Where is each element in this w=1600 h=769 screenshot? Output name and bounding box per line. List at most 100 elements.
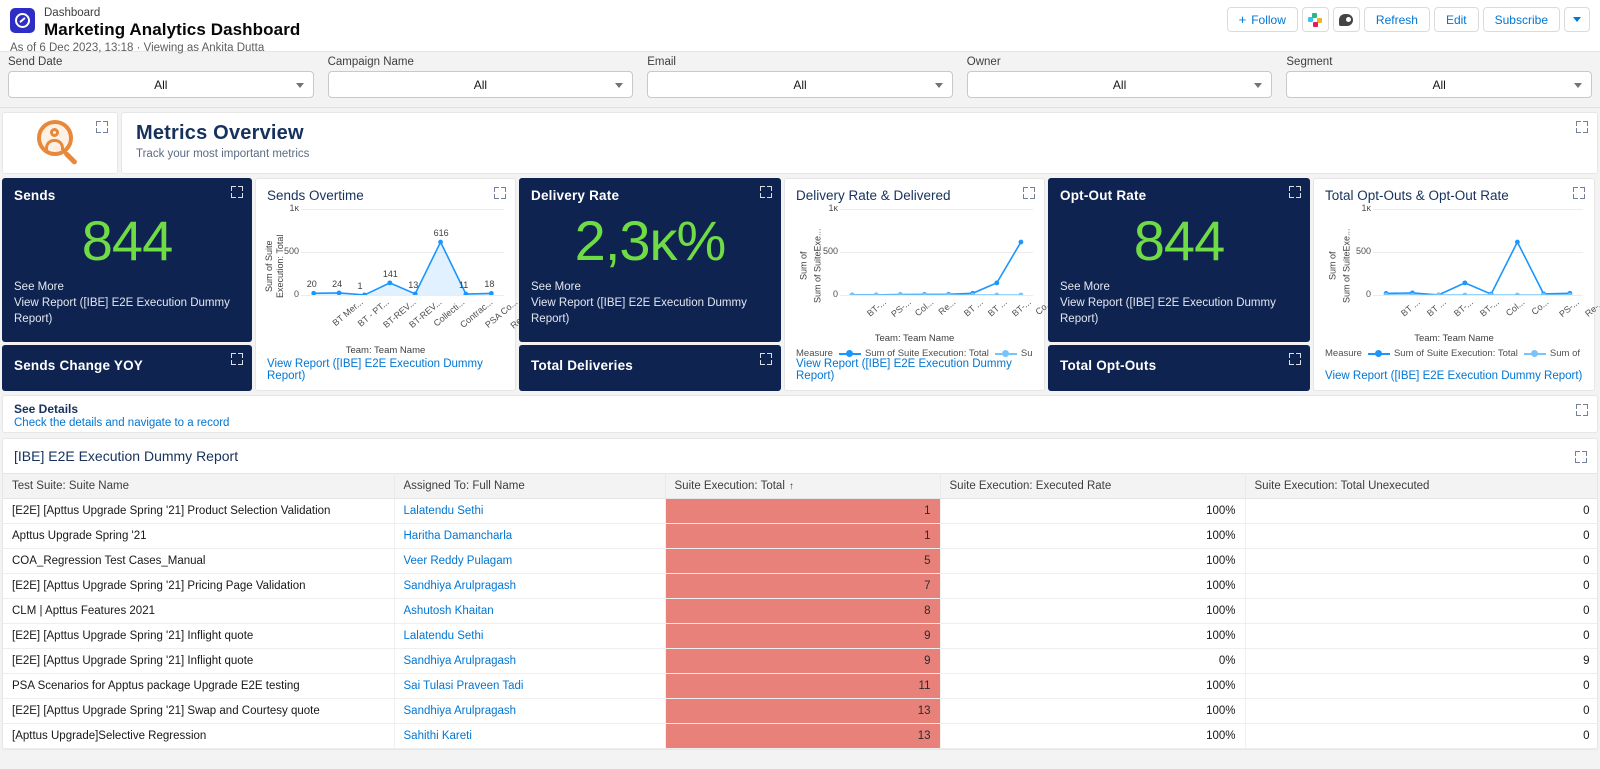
view-report-link[interactable]: View Report ([IBE] E2E Execution Dummy R… [14, 295, 240, 327]
cell-executed-rate: 100% [940, 623, 1246, 649]
view-report-link[interactable]: View Report ([IBE] E2E Execution Dummy R… [1325, 370, 1582, 382]
see-more-link[interactable]: See More [14, 279, 240, 295]
slack-button[interactable] [1301, 7, 1329, 32]
assignee-link[interactable]: Sandhiya Arulpragash [404, 580, 517, 592]
chart-y-tick: 1ĸ [289, 203, 299, 213]
more-actions-button[interactable] [1564, 7, 1590, 32]
chevron-down-icon [1573, 17, 1581, 22]
card-title: Sends Overtime [267, 188, 364, 203]
table-row[interactable]: [E2E] [Apttus Upgrade Spring '21] Swap a… [3, 698, 1597, 724]
column-header[interactable]: Test Suite: Suite Name [3, 473, 395, 499]
filter-segment-select[interactable]: All [1286, 71, 1592, 98]
kpi-value-delivery-rate: 2,3ĸ% [574, 209, 727, 272]
expand-icon[interactable] [231, 353, 243, 365]
view-report-link[interactable]: View Report ([IBE] E2E Execution Dummy R… [267, 358, 515, 382]
column-header[interactable]: Suite Execution: Executed Rate [940, 473, 1246, 499]
cell-assigned-to[interactable]: Lalatendu Sethi [394, 623, 666, 649]
table-row[interactable]: COA_Regression Test Cases_Manual Veer Red… [3, 548, 1597, 574]
cell-assigned-to[interactable]: Sandhiya Arulpragash [394, 698, 666, 724]
filter-email-select[interactable]: All [647, 71, 953, 98]
expand-icon[interactable] [760, 186, 772, 198]
refresh-button[interactable]: Refresh [1363, 7, 1430, 32]
cell-total: 9 [665, 648, 941, 674]
filter-value: All [154, 77, 168, 92]
header-actions: + Follow Refresh Edit Subscribe [1223, 7, 1590, 32]
assignee-link[interactable]: Veer Reddy Pulagam [404, 555, 513, 567]
expand-icon[interactable] [1573, 187, 1585, 199]
cell-assigned-to[interactable]: Sandhiya Arulpragash [394, 648, 666, 674]
cell-executed-rate: 100% [940, 723, 1246, 749]
expand-icon[interactable] [760, 353, 772, 365]
cell-total-unexecuted: 0 [1245, 598, 1597, 624]
column-header[interactable]: Suite Execution: Total Unexecuted [1245, 473, 1597, 499]
assignee-link[interactable]: Sandhiya Arulpragash [404, 705, 517, 717]
banner-row: Metrics Overview Track your most importa… [0, 112, 1600, 174]
cell-assigned-to[interactable]: Sai Tulasi Praveen Tadi [394, 673, 666, 699]
chart-y-tick: 1ĸ [1361, 203, 1371, 213]
cell-assigned-to[interactable]: Sandhiya Arulpragash [394, 573, 666, 599]
cell-assigned-to[interactable]: Ashutosh Khaitan [394, 598, 666, 624]
expand-icon[interactable] [1576, 404, 1588, 416]
cell-executed-rate: 0% [940, 648, 1246, 674]
filter-send-date-select[interactable]: All [8, 71, 314, 98]
cell-assigned-to[interactable]: Sahithi Kareti [394, 723, 666, 749]
cell-suite-name: Apttus Upgrade Spring '21 [3, 523, 395, 549]
card-title: Delivery Rate [531, 188, 620, 203]
legend-item[interactable]: Sum of [1523, 348, 1580, 359]
expand-icon[interactable] [1289, 186, 1301, 198]
edit-button[interactable]: Edit [1433, 7, 1479, 32]
chart-x-tick: BT ... [985, 297, 1009, 319]
assignee-link[interactable]: Sai Tulasi Praveen Tadi [404, 680, 524, 692]
table-row[interactable]: Apttus Upgrade Spring '21 Haritha Damanch… [3, 523, 1597, 549]
view-report-link[interactable]: View Report ([IBE] E2E Execution Dummy R… [531, 295, 769, 327]
assignee-link[interactable]: Sahithi Kareti [404, 730, 472, 742]
cell-total-unexecuted: 0 [1245, 523, 1597, 549]
expand-icon[interactable] [1023, 187, 1035, 199]
chart-data-label: 616 [433, 228, 449, 239]
table-row[interactable]: [E2E] [Apttus Upgrade Spring '21] Inflig… [3, 648, 1597, 674]
view-report-link[interactable]: View Report ([IBE] E2E Execution Dummy R… [796, 358, 1044, 382]
table-header-row: Test Suite: Suite Name Assigned To: Full … [3, 473, 1597, 499]
dashboard-app-icon [10, 8, 35, 33]
table-row[interactable]: [Apttus Upgrade]Selective Regression Sahi… [3, 723, 1597, 749]
filter-campaign-name-select[interactable]: All [327, 71, 634, 98]
cell-assigned-to[interactable]: Veer Reddy Pulagam [394, 548, 666, 574]
legend-item[interactable]: Sum of Suite Execution: Total [1367, 348, 1518, 359]
see-details-subtitle[interactable]: Check the details and navigate to a reco… [14, 417, 1586, 429]
column-header[interactable]: Suite Execution: Total ↑ [665, 473, 941, 499]
table-row[interactable]: CLM | Apttus Features 2021 Ashutosh Khait… [3, 598, 1597, 624]
expand-icon[interactable] [494, 187, 506, 199]
column-header[interactable]: Assigned To: Full Name [394, 473, 666, 499]
chart-data-label: 24 [332, 278, 343, 289]
card-title: Opt-Out Rate [1060, 188, 1147, 203]
see-more-link[interactable]: See More [1060, 279, 1298, 295]
expand-icon[interactable] [1576, 121, 1588, 133]
follow-button[interactable]: + Follow [1226, 7, 1298, 32]
subscribe-button[interactable]: Subscribe [1482, 7, 1560, 32]
table-row[interactable]: [E2E] [Apttus Upgrade Spring '21] Pricin… [3, 573, 1597, 599]
assignee-link[interactable]: Lalatendu Sethi [404, 630, 484, 642]
assignee-link[interactable]: Sandhiya Arulpragash [404, 655, 517, 667]
expand-icon[interactable] [231, 186, 243, 198]
filter-owner-select[interactable]: All [966, 71, 1273, 98]
cell-assigned-to[interactable]: Lalatendu Sethi [394, 498, 666, 524]
expand-icon[interactable] [1289, 353, 1301, 365]
table-row[interactable]: PSA Scenarios for Apptus package Upgrade… [3, 673, 1597, 699]
assignee-link[interactable]: Lalatendu Sethi [404, 505, 484, 517]
expand-icon[interactable] [1575, 451, 1587, 463]
chatter-button[interactable] [1332, 7, 1360, 32]
cell-executed-rate: 100% [940, 498, 1246, 524]
chart-card-sends-overtime: Sends Overtime Sum of Suite Execution: T… [255, 178, 546, 391]
chart-series-svg [849, 239, 1024, 295]
chart-plot-area: 1ĸ 500 0 20 24 1 141 13 616 11 18 [284, 203, 504, 299]
assignee-link[interactable]: Ashutosh Khaitan [404, 605, 494, 617]
assignee-link[interactable]: Haritha Damancharla [404, 530, 513, 542]
see-more-link[interactable]: See More [531, 279, 769, 295]
cell-total: 8 [665, 598, 941, 624]
view-report-link[interactable]: View Report ([IBE] E2E Execution Dummy R… [1060, 295, 1298, 327]
cell-assigned-to[interactable]: Haritha Damancharla [394, 523, 666, 549]
expand-icon[interactable] [96, 121, 108, 133]
chevron-down-icon [1254, 83, 1263, 88]
table-row[interactable]: [E2E] [Apttus Upgrade Spring '21] Produc… [3, 498, 1597, 524]
table-row[interactable]: [E2E] [Apttus Upgrade Spring '21] Inflig… [3, 623, 1597, 649]
